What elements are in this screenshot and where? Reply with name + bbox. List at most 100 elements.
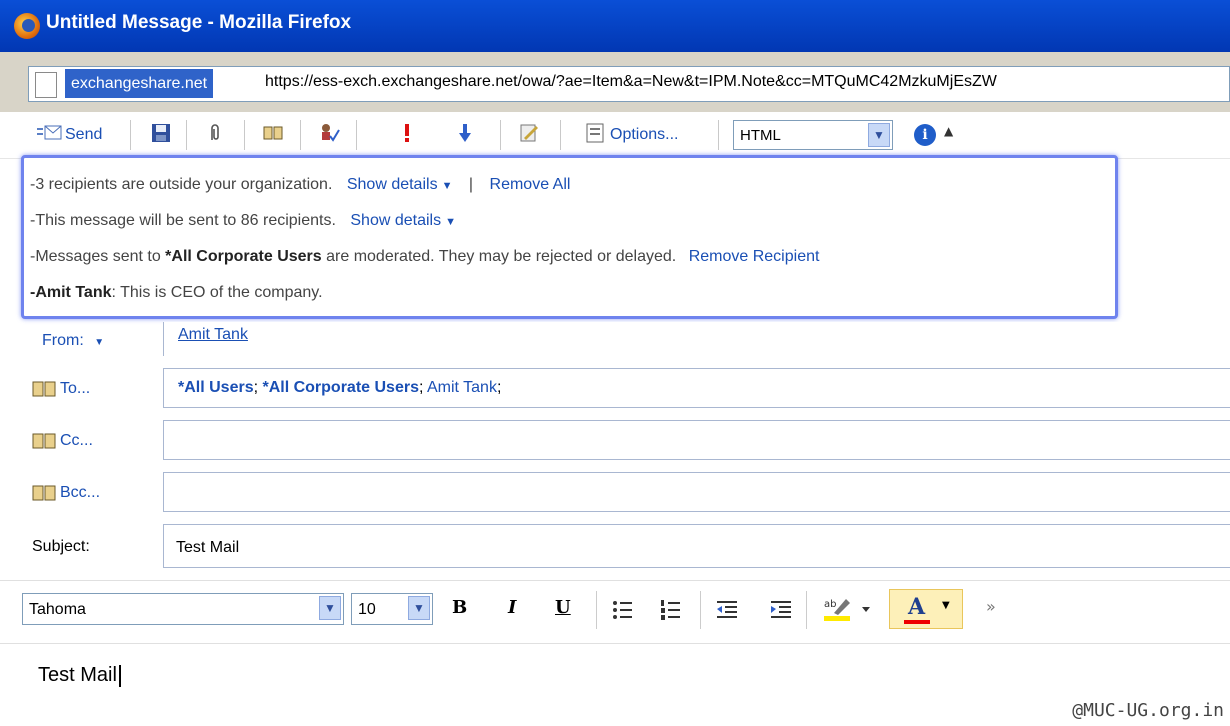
text-cursor bbox=[118, 664, 121, 687]
decrease-indent-icon[interactable] bbox=[716, 599, 738, 621]
show-details-link[interactable]: Show details bbox=[347, 176, 438, 193]
signature-icon[interactable] bbox=[518, 122, 540, 144]
firefox-logo-icon bbox=[14, 13, 40, 39]
cc-label: Cc... bbox=[60, 432, 93, 449]
options-button[interactable]: Options... bbox=[586, 122, 678, 148]
mail-tip-text: : This is CEO of the company. bbox=[111, 284, 323, 301]
message-toolbar: Send Options... HTML ▼ i ▲ bbox=[0, 112, 1230, 159]
toolbar-divider bbox=[500, 120, 501, 150]
address-book-icon bbox=[32, 433, 56, 449]
recipient-chip[interactable]: *All Users bbox=[178, 379, 254, 396]
info-button[interactable]: i ▲ bbox=[910, 122, 970, 148]
font-size-value: 10 bbox=[358, 601, 376, 618]
message-format-value: HTML bbox=[740, 127, 781, 144]
caret-up-icon: ▲ bbox=[944, 124, 954, 138]
cc-row: Cc... bbox=[0, 420, 1230, 462]
to-label: To... bbox=[60, 380, 91, 397]
chevron-down-icon[interactable]: ▼ bbox=[319, 596, 341, 620]
send-icon bbox=[37, 125, 62, 140]
chevron-down-icon[interactable]: ▼ bbox=[868, 123, 890, 147]
bold-button[interactable]: B bbox=[452, 597, 467, 618]
toolbar-divider bbox=[718, 120, 719, 150]
to-field[interactable]: *All Users; *All Corporate Users; Amit T… bbox=[163, 368, 1230, 408]
chevron-down-icon[interactable]: ▼ bbox=[408, 596, 430, 620]
options-label: Options... bbox=[610, 126, 679, 143]
window-titlebar: Untitled Message - Mozilla Firefox bbox=[0, 0, 1230, 52]
italic-button[interactable]: I bbox=[508, 597, 516, 618]
toolbar-divider bbox=[130, 120, 131, 150]
numbered-list-icon[interactable] bbox=[660, 599, 682, 621]
from-value[interactable]: Amit Tank bbox=[178, 326, 248, 343]
chevron-down-icon: ▼ bbox=[942, 600, 950, 611]
body-text: Test Mail bbox=[38, 664, 117, 686]
more-options-icon[interactable]: » bbox=[986, 597, 996, 616]
mail-tip-text: -Messages sent to bbox=[30, 248, 166, 265]
attach-icon[interactable] bbox=[204, 122, 226, 144]
bcc-field[interactable] bbox=[163, 472, 1230, 512]
svg-text:ab: ab bbox=[824, 599, 836, 610]
chevron-down-icon: ▼ bbox=[94, 337, 105, 348]
toolbar-divider bbox=[596, 591, 597, 629]
check-names-icon[interactable] bbox=[318, 122, 340, 144]
increase-indent-icon[interactable] bbox=[770, 599, 792, 621]
from-field[interactable]: Amit Tank bbox=[163, 322, 1230, 356]
url-text[interactable]: https://ess-exch.exchangeshare.net/owa/?… bbox=[265, 73, 997, 91]
cc-button[interactable]: Cc... bbox=[32, 432, 93, 450]
address-book-icon bbox=[32, 381, 56, 397]
subject-row: Subject: Test Mail bbox=[0, 524, 1230, 568]
recipient-name: -Amit Tank bbox=[30, 284, 112, 301]
mail-tip-text: -3 recipients are outside your organizat… bbox=[30, 176, 333, 193]
mail-tip-recipient-count: -This message will be sent to 86 recipie… bbox=[30, 212, 456, 230]
toolbar-divider bbox=[300, 120, 301, 150]
subject-value[interactable]: Test Mail bbox=[176, 539, 239, 556]
address-bar[interactable]: exchangeshare.net https://ess-exch.excha… bbox=[28, 66, 1230, 102]
link-separator: | bbox=[468, 176, 474, 193]
site-identity-badge[interactable]: exchangeshare.net bbox=[65, 69, 214, 98]
recipient-chip[interactable]: *All Corporate Users bbox=[262, 379, 419, 396]
from-label: From: bbox=[42, 332, 84, 349]
high-importance-icon[interactable] bbox=[396, 122, 418, 144]
bcc-button[interactable]: Bcc... bbox=[32, 484, 100, 502]
moderated-group-name: *All Corporate Users bbox=[165, 248, 322, 265]
low-importance-icon[interactable] bbox=[454, 122, 476, 144]
font-color-swatch bbox=[904, 620, 930, 624]
recipient-chip[interactable]: Amit Tank bbox=[427, 379, 497, 396]
bullet-list-icon[interactable] bbox=[612, 599, 634, 621]
save-icon[interactable] bbox=[150, 122, 172, 144]
font-size-select[interactable]: 10 ▼ bbox=[351, 593, 433, 625]
message-body[interactable]: Test Mail bbox=[38, 664, 121, 687]
font-family-select[interactable]: Tahoma ▼ bbox=[22, 593, 344, 625]
address-book-icon[interactable] bbox=[262, 122, 284, 144]
cc-field[interactable] bbox=[163, 420, 1230, 460]
remove-recipient-link[interactable]: Remove Recipient bbox=[689, 248, 820, 265]
toolbar-divider bbox=[806, 591, 807, 629]
toolbar-divider bbox=[186, 120, 187, 150]
message-format-select[interactable]: HTML ▼ bbox=[733, 120, 893, 150]
show-details-link[interactable]: Show details bbox=[350, 212, 441, 229]
subject-field[interactable]: Test Mail bbox=[163, 524, 1230, 568]
send-button[interactable]: Send bbox=[36, 122, 102, 148]
from-row: From: ▼ Amit Tank bbox=[0, 322, 1230, 358]
underline-button[interactable]: U bbox=[555, 597, 571, 618]
formatting-toolbar: Tahoma ▼ 10 ▼ B I U ab A ▼ » bbox=[0, 580, 1230, 644]
address-bar-area: exchangeshare.net https://ess-exch.excha… bbox=[0, 52, 1230, 112]
subject-label: Subject: bbox=[32, 538, 90, 555]
mail-tip-text: are moderated. They may be rejected or d… bbox=[321, 248, 677, 265]
toolbar-divider bbox=[560, 120, 561, 150]
bcc-label: Bcc... bbox=[60, 484, 101, 501]
mail-tip-external: -3 recipients are outside your organizat… bbox=[30, 176, 570, 194]
to-row: To... *All Users; *All Corporate Users; … bbox=[0, 368, 1230, 410]
chevron-down-icon[interactable]: ▼ bbox=[445, 216, 456, 228]
chevron-down-icon[interactable]: ▼ bbox=[442, 180, 453, 192]
from-button[interactable]: From: ▼ bbox=[42, 332, 104, 350]
mail-tip-custom: -Amit Tank: This is CEO of the company. bbox=[30, 284, 323, 302]
toolbar-divider bbox=[356, 120, 357, 150]
remove-all-link[interactable]: Remove All bbox=[490, 176, 571, 193]
toolbar-divider bbox=[244, 120, 245, 150]
to-button[interactable]: To... bbox=[32, 380, 90, 398]
window-title: Untitled Message - Mozilla Firefox bbox=[46, 12, 352, 33]
info-icon: i bbox=[914, 124, 936, 146]
font-color-letter: A bbox=[908, 594, 926, 620]
highlight-color-icon[interactable]: ab bbox=[822, 595, 874, 623]
font-color-button[interactable]: A ▼ bbox=[889, 589, 963, 629]
